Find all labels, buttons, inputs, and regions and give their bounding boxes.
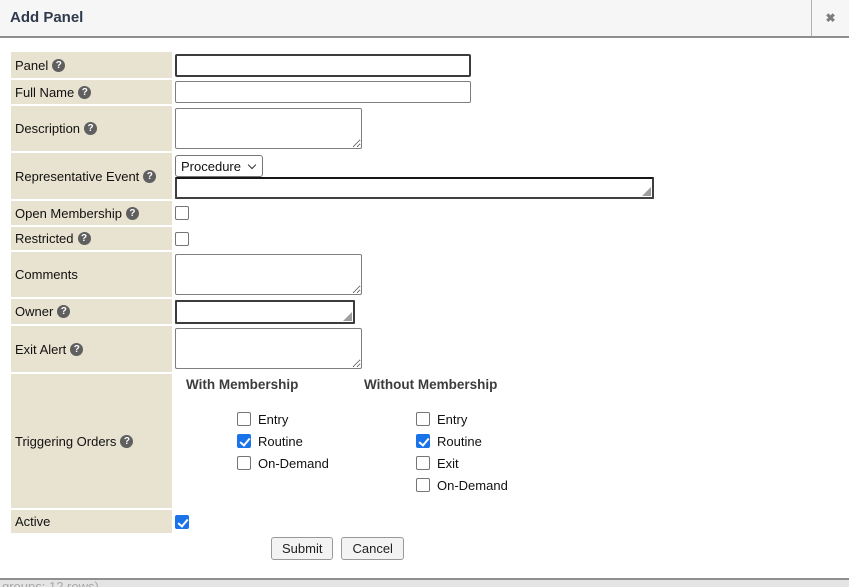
option-without-on-demand: On-Demand xyxy=(416,474,534,496)
add-panel-form: Panel ? Full Name ? Description ? xyxy=(11,52,849,560)
checkbox-label: On-Demand xyxy=(437,478,508,493)
form-row-full-name: Full Name ? xyxy=(11,80,849,104)
representative-event-input[interactable] xyxy=(175,177,654,199)
triggering-orders-groups: With Membership Entry Routine xyxy=(175,376,534,496)
help-icon[interactable]: ? xyxy=(84,122,97,135)
form-row-exit-alert: Exit Alert ? xyxy=(11,326,849,372)
chevron-down-icon xyxy=(248,160,256,168)
owner-input[interactable] xyxy=(175,300,355,324)
checkbox-label: On-Demand xyxy=(258,456,329,471)
field-label-full-name: Full Name ? xyxy=(11,80,172,104)
field-label-representative-event: Representative Event ? xyxy=(11,153,172,199)
label-text: Full Name xyxy=(15,85,74,100)
field-label-owner: Owner ? xyxy=(11,299,172,324)
field-label-triggering-orders: Triggering Orders ? xyxy=(11,374,172,508)
with-on-demand-checkbox[interactable] xyxy=(237,456,251,470)
label-text: Panel xyxy=(15,58,48,73)
checkbox-label: Entry xyxy=(437,412,467,427)
without-entry-checkbox[interactable] xyxy=(416,412,430,426)
label-text: Comments xyxy=(15,267,78,282)
checkbox-label: Routine xyxy=(258,434,303,449)
group-header: Without Membership xyxy=(364,377,534,393)
label-text: Representative Event xyxy=(15,169,139,184)
field-label-panel: Panel ? xyxy=(11,52,172,78)
background-page-edge: groups: 12 rows) xyxy=(0,578,849,587)
checkbox-label: Exit xyxy=(437,456,459,471)
field-label-restricted: Restricted ? xyxy=(11,227,172,250)
help-icon[interactable]: ? xyxy=(78,232,91,245)
group-header: With Membership xyxy=(186,377,364,393)
help-icon[interactable]: ? xyxy=(143,170,156,183)
help-icon[interactable]: ? xyxy=(57,305,70,318)
option-with-on-demand: On-Demand xyxy=(237,452,364,474)
without-membership-group: Without Membership Entry Routine xyxy=(364,377,534,496)
help-icon[interactable]: ? xyxy=(120,435,133,448)
dialog-header: Add Panel ✖ xyxy=(0,0,849,38)
field-label-exit-alert: Exit Alert ? xyxy=(11,326,172,372)
with-routine-checkbox[interactable] xyxy=(237,434,251,448)
active-checkbox[interactable] xyxy=(175,515,189,529)
cancel-button[interactable]: Cancel xyxy=(341,537,403,560)
exit-alert-textarea[interactable] xyxy=(175,328,362,369)
help-icon[interactable]: ? xyxy=(70,343,83,356)
with-membership-group: With Membership Entry Routine xyxy=(186,377,364,496)
label-text: Owner xyxy=(15,304,53,319)
form-row-triggering-orders: Triggering Orders ? With Membership Entr… xyxy=(11,374,849,508)
representative-event-type-select[interactable]: Procedure xyxy=(175,155,263,177)
label-text: Open Membership xyxy=(15,206,122,221)
resize-grip-icon[interactable] xyxy=(642,187,651,196)
checkbox-label: Routine xyxy=(437,434,482,449)
help-icon[interactable]: ? xyxy=(78,86,91,99)
label-text: Restricted xyxy=(15,231,74,246)
field-label-open-membership: Open Membership ? xyxy=(11,201,172,225)
label-text: Exit Alert xyxy=(15,342,66,357)
close-icon: ✖ xyxy=(825,11,835,25)
add-panel-dialog: Add Panel ✖ Panel ? Full Name ? xyxy=(0,0,849,587)
submit-button[interactable]: Submit xyxy=(271,537,333,560)
form-row-comments: Comments xyxy=(11,252,849,297)
label-text: Triggering Orders xyxy=(15,434,116,449)
form-row-representative-event: Representative Event ? Procedure xyxy=(11,153,849,199)
representative-event-input-wrap xyxy=(175,177,654,199)
field-label-active: Active xyxy=(11,510,172,533)
checkbox-label: Entry xyxy=(258,412,288,427)
with-entry-checkbox[interactable] xyxy=(237,412,251,426)
label-text: Description xyxy=(15,121,80,136)
open-membership-checkbox[interactable] xyxy=(175,206,189,220)
form-row-open-membership: Open Membership ? xyxy=(11,201,849,225)
option-without-entry: Entry xyxy=(416,408,534,430)
full-name-input[interactable] xyxy=(175,81,471,103)
description-textarea[interactable] xyxy=(175,108,362,149)
form-actions: Submit Cancel xyxy=(271,537,849,560)
help-icon[interactable]: ? xyxy=(52,59,65,72)
resize-grip-icon[interactable] xyxy=(343,312,352,321)
dialog-title: Add Panel xyxy=(0,0,83,36)
form-row-restricted: Restricted ? xyxy=(11,227,849,250)
form-row-owner: Owner ? xyxy=(11,299,849,324)
field-label-description: Description ? xyxy=(11,106,172,151)
comments-textarea[interactable] xyxy=(175,254,362,295)
label-text: Active xyxy=(15,514,50,529)
without-exit-checkbox[interactable] xyxy=(416,456,430,470)
without-on-demand-checkbox[interactable] xyxy=(416,478,430,492)
close-button[interactable]: ✖ xyxy=(811,0,849,36)
without-routine-checkbox[interactable] xyxy=(416,434,430,448)
field-label-comments: Comments xyxy=(11,252,172,297)
help-icon[interactable]: ? xyxy=(126,207,139,220)
background-page-partial-text: groups: 12 rows) xyxy=(0,580,849,587)
restricted-checkbox[interactable] xyxy=(175,232,189,246)
select-value: Procedure xyxy=(181,159,241,174)
option-with-routine: Routine xyxy=(237,430,364,452)
form-row-active: Active xyxy=(11,510,849,533)
panel-input[interactable] xyxy=(175,54,471,77)
form-row-description: Description ? xyxy=(11,106,849,151)
owner-input-wrap xyxy=(175,300,355,324)
option-without-routine: Routine xyxy=(416,430,534,452)
form-row-panel: Panel ? xyxy=(11,52,849,78)
option-with-entry: Entry xyxy=(237,408,364,430)
option-without-exit: Exit xyxy=(416,452,534,474)
